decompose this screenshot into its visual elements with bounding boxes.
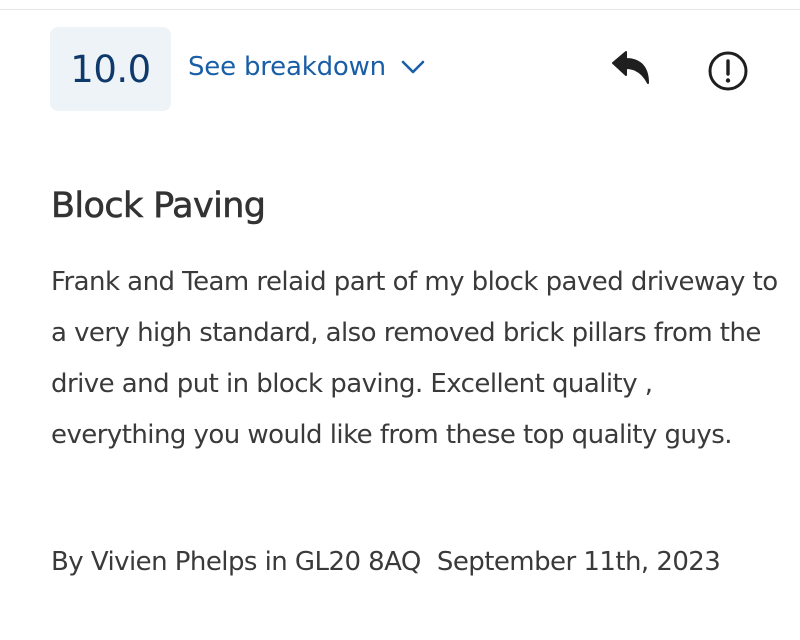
reviewer-info: By Vivien Phelps in GL20 8AQ — [51, 547, 421, 577]
score-badge: 10.0 — [50, 27, 171, 111]
reply-arrow-icon — [608, 51, 654, 93]
review-title: Block Paving — [51, 186, 267, 227]
see-breakdown-button[interactable]: See breakdown — [188, 52, 426, 82]
exclamation-circle-icon — [707, 51, 749, 96]
review-byline: By Vivien Phelps in GL20 8AQ September 11… — [51, 547, 721, 577]
see-breakdown-label: See breakdown — [188, 52, 386, 82]
review-card: 10.0 See breakdown Block Paving Frank an… — [0, 0, 800, 640]
review-date: September 11th, 2023 — [436, 547, 721, 577]
divider — [0, 9, 800, 10]
chevron-down-icon — [400, 59, 426, 75]
score-value: 10.0 — [70, 47, 151, 91]
review-body: Frank and Team relaid part of my block p… — [51, 267, 778, 450]
reply-button[interactable] — [608, 49, 654, 89]
report-button[interactable] — [707, 50, 749, 92]
